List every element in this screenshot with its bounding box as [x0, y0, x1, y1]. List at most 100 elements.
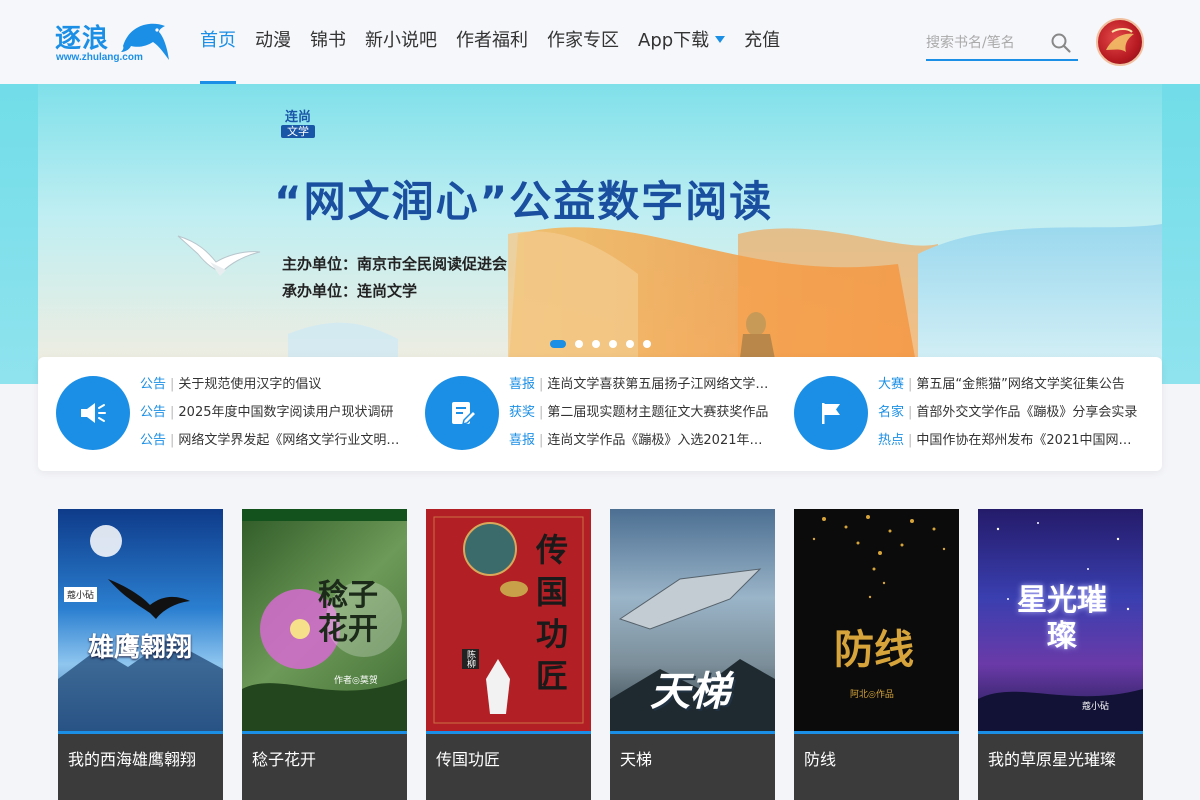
nav-home-label: 首页	[200, 30, 236, 51]
nav-writer-zone-label: 作家专区	[547, 30, 619, 51]
notice-item[interactable]: 名家 | 首部外交文学作品《蹦极》分享会实录	[878, 403, 1144, 431]
notice-tag: 公告	[140, 377, 167, 392]
carousel-dot[interactable]	[626, 340, 634, 348]
notice-separator: |	[170, 433, 175, 448]
notice-column-news: 喜报 | 连尚文学喜获第五届扬子江网络文学… 获奖 | 第二届现实题材主题征文大赛获奖作…	[407, 357, 777, 471]
notice-text: 2025年度中国数字阅读用户现状调研	[178, 405, 394, 420]
cover-author: 阿北◎作品	[850, 690, 894, 700]
notice-panel: 公告 | 关于规范使用汉字的倡议 公告 | 2025年度中国数字阅读用户现状调研 公告 |…	[38, 357, 1162, 471]
notice-text: 关于规范使用汉字的倡议	[178, 377, 322, 392]
carousel-dot[interactable]	[550, 340, 566, 348]
carousel-dot[interactable]	[643, 340, 651, 348]
notice-separator: |	[539, 433, 544, 448]
nav-writer-zone[interactable]: 作家专区	[547, 0, 619, 84]
nav-jinshu[interactable]: 锦书	[310, 0, 346, 84]
carousel-dot[interactable]	[575, 340, 583, 348]
notice-text: 首部外交文学作品《蹦极》分享会实录	[916, 405, 1138, 420]
book-cover[interactable]: 防线 阿北◎作品	[794, 509, 959, 731]
notice-item[interactable]: 公告 | 网络文学界发起《网络文学行业文明…	[140, 431, 404, 459]
user-avatar[interactable]	[1096, 18, 1144, 66]
book-card[interactable]: 雄鹰翱翔 蔻小砧 我的西海雄鹰翱翔	[58, 509, 223, 800]
notice-list: 喜报 | 连尚文学喜获第五届扬子江网络文学… 获奖 | 第二届现实题材主题征文大赛获奖作…	[509, 375, 775, 459]
notice-separator: |	[539, 405, 544, 420]
carousel-dot[interactable]	[592, 340, 600, 348]
notice-tag: 公告	[140, 433, 167, 448]
book-title: 防线	[794, 731, 959, 800]
cover-title: 传国功匠	[536, 531, 569, 695]
notice-item[interactable]: 喜报 | 连尚文学作品《蹦极》入选2021年度…	[509, 431, 775, 459]
nav-jinshu-label: 锦书	[310, 30, 346, 51]
notice-tag: 喜报	[509, 433, 536, 448]
notice-text: 连尚文学作品《蹦极》入选2021年度…	[547, 433, 775, 448]
banner-title: “网文润心”公益数字阅读	[274, 177, 774, 226]
notice-item[interactable]: 获奖 | 第二届现实题材主题征文大赛获奖作品	[509, 403, 775, 431]
notice-tag: 喜报	[509, 377, 536, 392]
site-logo[interactable]: 逐浪 www.zhulang.com	[55, 16, 175, 68]
notice-item[interactable]: 公告 | 2025年度中国数字阅读用户现状调研	[140, 403, 404, 431]
nav-anime[interactable]: 动漫	[255, 0, 291, 84]
book-cover[interactable]: 雄鹰翱翔 蔻小砧	[58, 509, 223, 731]
flag-icon	[822, 403, 840, 424]
notice-text: 中国作协在郑州发布《2021中国网络…	[916, 433, 1144, 448]
book-card[interactable]: 星光璀璨 蔻小砧 我的草原星光璀璨	[978, 509, 1143, 800]
brand-bottom-text: 文学	[281, 125, 315, 138]
book-card[interactable]: 稔子花开 作者◎莫贺 稔子花开	[242, 509, 407, 800]
cover-title: 稔子花开	[318, 578, 378, 647]
nav-author-benefits[interactable]: 作者福利	[456, 0, 528, 84]
notice-separator: |	[539, 377, 544, 392]
book-card[interactable]: 天梯 天梯	[610, 509, 775, 800]
cover-title: 防线	[834, 626, 914, 673]
notice-tag: 大赛	[878, 377, 905, 392]
notice-text: 第五届“金熊猫”网络文学奖征集公告	[916, 377, 1125, 392]
notice-tag: 热点	[878, 433, 905, 448]
nav-novel-bar[interactable]: 新小说吧	[365, 0, 437, 84]
cover-title: 星光璀璨	[1017, 583, 1107, 654]
notice-text: 连尚文学喜获第五届扬子江网络文学…	[547, 377, 769, 392]
notice-tag: 公告	[140, 405, 167, 420]
book-cover[interactable]: 天梯	[610, 509, 775, 731]
notice-item[interactable]: 热点 | 中国作协在郑州发布《2021中国网络…	[878, 431, 1144, 459]
brand-top-text: 连尚	[284, 110, 311, 125]
book-cover[interactable]: 稔子花开 作者◎莫贺	[242, 509, 407, 731]
search-box	[926, 28, 1078, 61]
book-cover[interactable]: 传国功匠 陈柳	[426, 509, 591, 731]
nav-recharge-label: 充值	[744, 30, 781, 51]
notice-text: 第二届现实题材主题征文大赛获奖作品	[547, 405, 769, 420]
dolphin-logo-icon	[121, 23, 169, 61]
book-card[interactable]: 传国功匠 陈柳 传国功匠	[426, 509, 591, 800]
notice-item[interactable]: 喜报 | 连尚文学喜获第五届扬子江网络文学…	[509, 375, 775, 403]
book-title: 传国功匠	[426, 731, 591, 800]
search-input[interactable]	[926, 28, 1044, 58]
book-card[interactable]: 防线 阿北◎作品 防线	[794, 509, 959, 800]
cover-author: 蔻小砧	[1082, 702, 1110, 712]
cover-title: 天梯	[650, 668, 730, 715]
notice-column-events: 大赛 | 第五届“金熊猫”网络文学奖征集公告 名家 | 首部外交文学作品《蹦极》分享会实…	[776, 357, 1162, 471]
caret-down-icon	[715, 35, 726, 43]
site-header: 逐浪 www.zhulang.com 首页 动漫 锦书 新小说吧 作者福利 作家…	[0, 0, 1200, 84]
nav-recharge[interactable]: 充值	[744, 0, 780, 84]
nav-author-benefits-label: 作者福利	[456, 30, 528, 51]
nav-app-download[interactable]: App下载	[638, 0, 726, 84]
book-cover[interactable]: 星光璀璨 蔻小砧	[978, 509, 1143, 731]
banner-artwork	[177, 224, 1162, 374]
book-title: 天梯	[610, 731, 775, 800]
nav-anime-label: 动漫	[255, 30, 291, 51]
hero-banner[interactable]: 连尚 文学 “网文润心”公益数字阅读 主办单位：南京市全民阅读促进会 承办单位：…	[38, 84, 1162, 374]
cover-art	[58, 525, 223, 731]
megaphone-icon	[81, 403, 106, 423]
nav-home[interactable]: 首页	[200, 0, 236, 84]
notice-separator: |	[908, 433, 913, 448]
main-nav: 首页 动漫 锦书 新小说吧 作者福利 作家专区 App下载 充值	[200, 0, 799, 84]
notice-separator: |	[170, 405, 175, 420]
notice-tag: 名家	[878, 405, 905, 420]
cover-title: 雄鹰翱翔	[88, 633, 193, 663]
notice-separator: |	[170, 377, 175, 392]
edit-document-icon	[452, 402, 478, 426]
notice-item[interactable]: 公告 | 关于规范使用汉字的倡议	[140, 375, 404, 403]
book-title: 我的草原星光璀璨	[978, 731, 1143, 800]
notice-item[interactable]: 大赛 | 第五届“金熊猫”网络文学奖征集公告	[878, 375, 1144, 403]
notice-list: 大赛 | 第五届“金熊猫”网络文学奖征集公告 名家 | 首部外交文学作品《蹦极》分享会实…	[878, 375, 1144, 459]
search-icon[interactable]	[1050, 32, 1072, 54]
carousel-dot[interactable]	[609, 340, 617, 348]
book-shelf: 雄鹰翱翔 蔻小砧 我的西海雄鹰翱翔 稔子花开 作者◎莫贺 稔子花开 传国功匠 陈…	[58, 509, 1143, 800]
